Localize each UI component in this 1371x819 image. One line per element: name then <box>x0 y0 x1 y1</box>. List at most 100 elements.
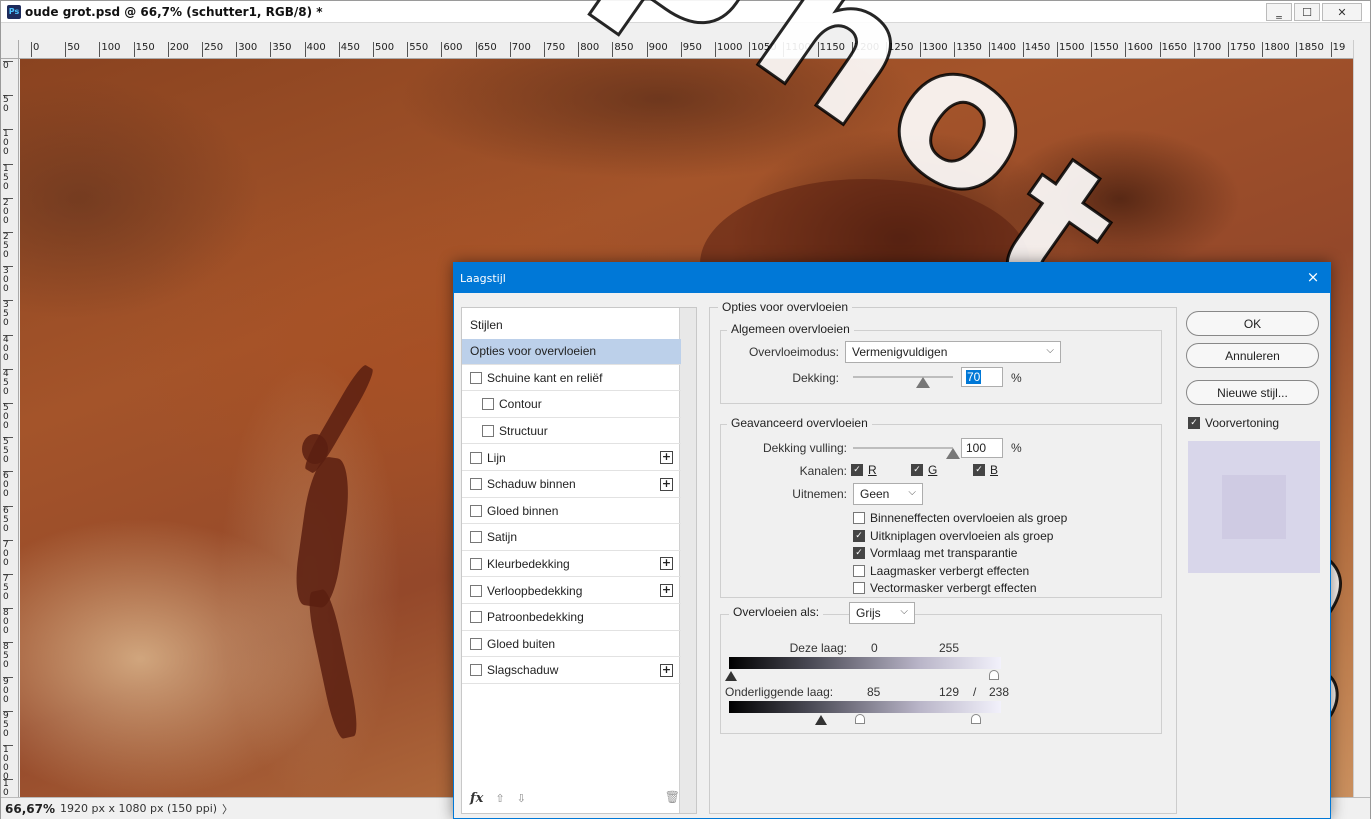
style-item-schaduw-binnen[interactable]: Schaduw binnen + <box>462 472 681 498</box>
add-effect-plus-icon[interactable]: + <box>660 663 673 677</box>
fx-icon[interactable]: fx <box>470 791 483 806</box>
chevron-down-icon: ⌵ <box>900 606 908 617</box>
ruler-tick-label: 1700 <box>1193 42 1221 57</box>
style-item-structuur[interactable]: Structuur <box>462 418 681 445</box>
horizontal-ruler[interactable]: 0 50 100 150 200 250 300 350 400 450 500 550 600 650 7… <box>19 40 1353 59</box>
advanced-option-checkbox[interactable]: Vectormasker verbergt effecten <box>853 581 1037 595</box>
maximize-icon[interactable]: ☐ <box>1294 3 1320 21</box>
checkbox-icon[interactable] <box>470 371 482 384</box>
preview-checkbox[interactable]: ✓ Voorvertoning <box>1188 416 1279 430</box>
this-layer-label: Deze laag: <box>789 641 847 655</box>
channel-g-checkbox[interactable]: ✓ G <box>911 463 937 477</box>
checkbox-icon[interactable] <box>470 557 482 570</box>
ruler-corner[interactable] <box>1 40 19 59</box>
blend-mode-select[interactable]: Vermenigvuldigen ⌵ <box>845 341 1061 363</box>
blend-mode-label: Overvloeimodus: <box>748 345 839 359</box>
move-down-icon[interactable]: ⇩ <box>517 792 526 805</box>
style-item-opties-voor-overvloeien[interactable]: Opties voor overvloeien <box>462 338 681 365</box>
ruler-tick-label: 1200 <box>851 42 879 57</box>
underlying-black-stop[interactable] <box>815 715 827 725</box>
advanced-option-checkbox[interactable]: ✓ Vormlaag met transparantie <box>853 546 1017 560</box>
style-item-verloopbedekking[interactable]: Verloopbedekking + <box>462 578 681 604</box>
general-blending-heading: Algemeen overvloeien <box>727 322 854 336</box>
fill-opacity-slider-thumb[interactable] <box>946 448 960 459</box>
ruler-tick-label: 650 <box>475 42 497 57</box>
minimize-icon[interactable]: ‗ <box>1266 3 1292 21</box>
checkbox-icon[interactable] <box>482 424 494 437</box>
close-icon[interactable]: × <box>1304 268 1322 286</box>
style-item-schuine-kant-en-relief[interactable]: Schuine kant en reliëf <box>462 365 681 392</box>
ruler-tick-label: 300 <box>236 42 257 57</box>
status-menu-arrow-icon[interactable]: 〉 <box>222 801 233 817</box>
channel-b-checkbox[interactable]: ✓ B <box>973 463 998 477</box>
style-item-gloed-binnen[interactable]: Gloed binnen <box>462 498 681 525</box>
cancel-button[interactable]: Annuleren <box>1186 343 1319 368</box>
underlying-white-stop[interactable] <box>971 714 981 724</box>
fill-opacity-input[interactable]: 100 <box>961 438 1003 458</box>
ruler-tick-label: 300 <box>3 266 13 294</box>
add-effect-plus-icon[interactable]: + <box>660 451 673 464</box>
style-item-kleurbedekking[interactable]: Kleurbedekking + <box>462 551 681 578</box>
styles-list-scrollbar[interactable] <box>679 308 696 813</box>
ruler-tick-label: 250 <box>3 232 13 260</box>
ruler-tick-label: 0 <box>31 42 39 57</box>
checkbox-icon[interactable] <box>470 584 482 597</box>
advanced-option-checkbox[interactable]: Laagmasker verbergt effecten <box>853 564 1029 578</box>
ok-button[interactable]: OK <box>1186 311 1319 336</box>
this-layer-black-stop[interactable] <box>725 671 737 681</box>
ruler-tick-label: 900 <box>3 676 13 705</box>
style-item-satijn[interactable]: Satijn <box>462 525 681 551</box>
fill-opacity-slider[interactable] <box>853 447 953 449</box>
ruler-tick-label: 100 <box>3 129 13 157</box>
checkbox-icon[interactable] <box>470 504 482 517</box>
ruler-tick-label: 800 <box>578 42 599 57</box>
checkbox-icon[interactable] <box>470 637 482 650</box>
advanced-option-checkbox[interactable]: Binneneffecten overvloeien als groep <box>853 511 1067 525</box>
checkbox-icon[interactable] <box>470 611 482 624</box>
this-layer-white-stop[interactable] <box>989 670 999 680</box>
checkbox-icon[interactable] <box>470 531 482 544</box>
zoom-level[interactable]: 66,67% <box>5 802 55 816</box>
style-item-gloed-buiten[interactable]: Gloed buiten <box>462 631 681 658</box>
style-item-label: Verloopbedekking <box>487 583 583 598</box>
advanced-option-checkbox[interactable]: ✓ Uitkniplagen overvloeien als groep <box>853 529 1053 543</box>
new-style-button[interactable]: Nieuwe stijl... <box>1186 380 1319 405</box>
underlying-mid-stop[interactable] <box>855 714 865 724</box>
add-effect-plus-icon[interactable]: + <box>660 477 673 491</box>
trash-icon[interactable]: 🗑 <box>665 790 680 804</box>
opacity-slider[interactable] <box>853 376 953 378</box>
style-item-label: Kleurbedekking <box>487 556 570 571</box>
blending-options-heading: Opties voor overvloeien <box>718 300 853 314</box>
style-item-slagschaduw[interactable]: Slagschaduw + <box>462 658 681 684</box>
close-icon[interactable]: ✕ <box>1322 3 1362 21</box>
checkbox-icon[interactable] <box>470 478 482 491</box>
add-effect-plus-icon[interactable]: + <box>660 557 673 571</box>
vertical-scrollbar[interactable] <box>1353 40 1370 797</box>
add-effect-plus-icon[interactable]: + <box>660 584 673 597</box>
ruler-tick-label: 50 <box>3 95 13 114</box>
checkbox-icon[interactable] <box>482 398 494 411</box>
layer-style-dialog: Laagstijl × fx ⇧ ⇩ 🗑 Stijlen Opties voor … <box>453 262 1331 819</box>
dialog-title-bar: Laagstijl × <box>454 263 1330 293</box>
move-up-icon[interactable]: ⇧ <box>495 792 504 805</box>
style-item-patroonbedekking[interactable]: Patroonbedekking <box>462 605 681 631</box>
style-item-label: Gloed binnen <box>487 503 559 518</box>
style-item-lijn[interactable]: Lijn + <box>462 445 681 471</box>
style-item-label: Gloed buiten <box>487 636 556 651</box>
channel-r-checkbox[interactable]: ✓ R <box>851 463 877 477</box>
style-item-stijlen: Stijlen <box>462 312 681 338</box>
style-item-contour[interactable]: Contour <box>462 392 681 418</box>
underlying-separator: / <box>973 685 977 699</box>
opacity-slider-thumb[interactable] <box>916 377 930 388</box>
blend-if-select[interactable]: Grijs ⌵ <box>849 602 915 624</box>
document-title: oude grot.psd @ 66,7% (schutter1, RGB/8)… <box>25 4 323 19</box>
knockout-select[interactable]: Geen ⌵ <box>853 483 923 505</box>
vertical-ruler[interactable]: 0 50 100 150 200 250 300 350 400 450 500 550 600 650 7… <box>1 59 19 797</box>
ruler-tick-label: 850 <box>3 642 13 670</box>
underlying-low: 85 <box>867 685 881 699</box>
opacity-percent: % <box>1011 371 1022 385</box>
checkbox-icon[interactable] <box>470 451 482 464</box>
opacity-input[interactable]: 70 <box>961 367 1003 387</box>
checkbox-icon[interactable] <box>470 664 482 677</box>
checkbox-checked-icon: ✓ <box>1188 417 1200 429</box>
